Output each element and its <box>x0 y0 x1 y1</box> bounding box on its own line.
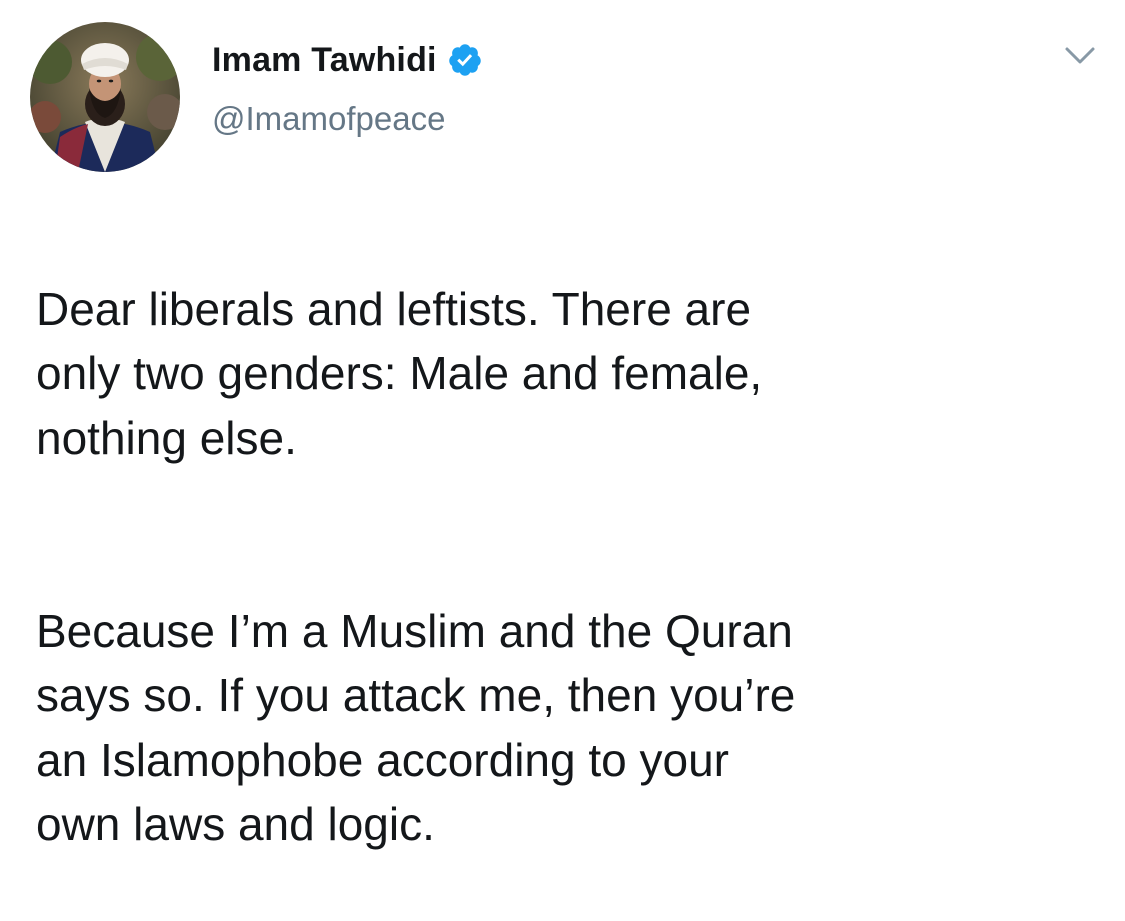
tweet-paragraph: Dear liberals and leftists. There are on… <box>36 282 763 464</box>
tweet-paragraph: Because I’m a Muslim and the Quran says … <box>36 604 796 851</box>
tweet-card: Imam Tawhidi @Imamofpeace Dear liberals … <box>0 0 1125 854</box>
avatar-image <box>30 22 180 172</box>
author-handle[interactable]: @Imamofpeace <box>212 100 483 138</box>
verified-badge-icon <box>447 42 483 78</box>
tweet-text: Dear liberals and leftists. There are on… <box>36 212 1096 921</box>
author-display-name[interactable]: Imam Tawhidi <box>212 41 437 80</box>
tweet-header: Imam Tawhidi @Imamofpeace <box>212 36 483 138</box>
chevron-down-icon[interactable] <box>1063 44 1097 68</box>
avatar[interactable] <box>30 22 180 172</box>
name-row: Imam Tawhidi <box>212 36 483 84</box>
